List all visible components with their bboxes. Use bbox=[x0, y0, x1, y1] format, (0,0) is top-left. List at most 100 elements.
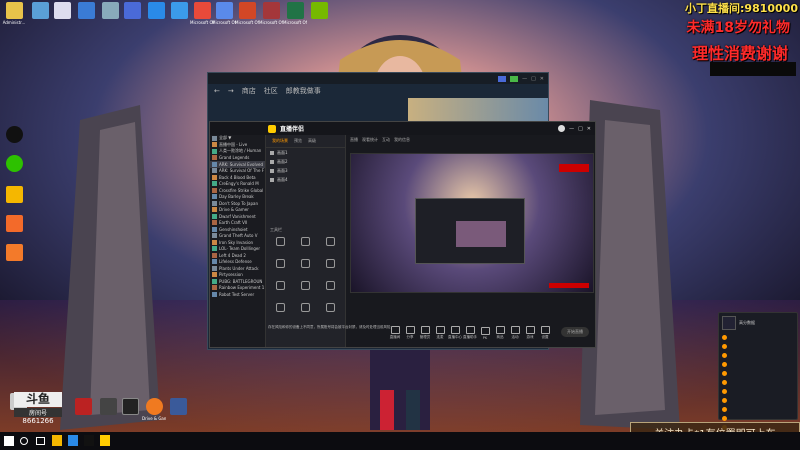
minimize-icon[interactable]: — bbox=[569, 126, 574, 132]
tool-button[interactable] bbox=[320, 237, 340, 247]
stream-tab[interactable]: 互动 bbox=[382, 137, 390, 143]
eye-icon[interactable] bbox=[270, 150, 274, 155]
bottom-tool-button[interactable]: 设置 bbox=[536, 326, 554, 340]
eye-icon[interactable] bbox=[270, 168, 274, 173]
stream-tab[interactable]: 观看统计 bbox=[362, 137, 378, 143]
desktop-icon[interactable] bbox=[167, 2, 191, 20]
tool-button[interactable] bbox=[270, 281, 290, 291]
back-icon[interactable]: ← bbox=[214, 87, 220, 95]
rank-row[interactable] bbox=[719, 333, 797, 342]
tool-button[interactable] bbox=[295, 259, 315, 269]
stream-tab[interactable]: 直播 bbox=[350, 137, 358, 143]
game-list-item[interactable]: Grand Theft Auto V bbox=[210, 233, 265, 240]
game-list-item[interactable]: LOL· Team Dolllinger bbox=[210, 246, 265, 253]
avatar[interactable] bbox=[558, 125, 566, 132]
desktop-icon[interactable] bbox=[118, 398, 142, 416]
app-icon bbox=[215, 2, 233, 19]
desktop-icon[interactable] bbox=[98, 2, 122, 20]
game-list-item[interactable]: ARK: Survival Evolved bbox=[210, 161, 265, 168]
app-icon[interactable] bbox=[68, 435, 78, 446]
desktop-icon[interactable] bbox=[144, 2, 168, 20]
rank-row[interactable] bbox=[719, 360, 797, 369]
rank-row[interactable] bbox=[719, 369, 797, 378]
desktop-icon[interactable] bbox=[307, 2, 331, 20]
close-icon[interactable]: ✕ bbox=[587, 126, 591, 132]
desktop-icon[interactable] bbox=[2, 186, 26, 204]
rank-row[interactable] bbox=[719, 378, 797, 387]
tool-button[interactable] bbox=[320, 259, 340, 269]
forward-icon[interactable]: → bbox=[228, 87, 234, 95]
scene-item[interactable]: 画面2 bbox=[266, 157, 345, 166]
game-list-item[interactable]: PUBG: BATTLEGROUN bbox=[210, 278, 265, 285]
file-explorer-icon[interactable] bbox=[52, 435, 62, 446]
desktop-icon[interactable]: Microsoft Office Ac... bbox=[212, 2, 236, 25]
maximize-icon[interactable]: □ bbox=[531, 76, 536, 82]
desktop-icon[interactable] bbox=[2, 155, 26, 173]
desktop-icon[interactable]: Administr... bbox=[2, 2, 26, 25]
streaming-app-window[interactable]: 直播伴侣 — □ ✕ 全部 ▼ 直播中国 - Live 人类一败涂地 / Human… bbox=[209, 121, 596, 348]
tool-button[interactable] bbox=[320, 303, 340, 313]
eye-icon[interactable] bbox=[270, 159, 274, 164]
game-list-item[interactable]: Robot Test Server bbox=[210, 291, 265, 298]
close-icon[interactable]: ✕ bbox=[540, 76, 544, 82]
desktop-icon[interactable]: Microsoft Office Po... bbox=[190, 2, 214, 25]
eye-icon[interactable] bbox=[270, 177, 274, 182]
stream-preview-area: 直播 观看统计 互动 我的信息 直播间 分享 管理员 连麦 直播中心 直播助手 PK 商品 活动… bbox=[346, 135, 595, 347]
tool-button[interactable] bbox=[270, 303, 290, 313]
desktop-icon[interactable] bbox=[50, 2, 74, 20]
start-live-button[interactable]: 开始直播 bbox=[561, 327, 589, 337]
rank-row[interactable] bbox=[719, 342, 797, 351]
tool-button[interactable] bbox=[270, 259, 290, 269]
desktop-icon[interactable]: Microsoft Office Ac... bbox=[259, 2, 283, 25]
game-list-item[interactable]: Rainbow Experiment 1 bbox=[210, 285, 265, 292]
desktop-icon[interactable] bbox=[74, 2, 98, 20]
game-list-item[interactable]: 人类一败涂地 / Human bbox=[210, 148, 265, 155]
steam-tab-community[interactable]: 社区 bbox=[264, 86, 278, 96]
windows-start-icon[interactable] bbox=[4, 436, 14, 446]
tool-button[interactable] bbox=[320, 281, 340, 291]
maximize-icon[interactable]: □ bbox=[578, 126, 583, 132]
desktop-icon[interactable] bbox=[2, 244, 26, 262]
desktop-icon[interactable]: Drive & Gamer bbox=[142, 398, 166, 421]
game-list-item[interactable]: Don't Stop To Japan bbox=[210, 200, 265, 207]
rank-row[interactable] bbox=[719, 387, 797, 396]
rank-row[interactable] bbox=[719, 405, 797, 414]
tab-advanced[interactable]: 高级 bbox=[308, 138, 316, 144]
desktop-icon[interactable] bbox=[166, 398, 190, 416]
desktop-icon[interactable] bbox=[28, 2, 52, 20]
desktop-icon[interactable]: Microsoft Office Exc... bbox=[283, 2, 307, 25]
desktop-icon[interactable] bbox=[2, 126, 26, 144]
desktop-icon[interactable] bbox=[96, 398, 120, 416]
game-list-item[interactable]: Plants Under Attack bbox=[210, 265, 265, 272]
steam-friends-icon[interactable] bbox=[510, 75, 519, 82]
steam-tab-store[interactable]: 商店 bbox=[242, 86, 256, 96]
stream-tab[interactable]: 我的信息 bbox=[394, 137, 410, 143]
tool-button[interactable] bbox=[270, 237, 290, 247]
network-icon bbox=[77, 2, 95, 19]
desktop-icon[interactable] bbox=[71, 398, 95, 416]
scene-item[interactable]: 画面1 bbox=[266, 148, 345, 157]
tool-button[interactable] bbox=[295, 303, 315, 313]
desktop-icon[interactable] bbox=[120, 2, 144, 20]
preview-canvas[interactable] bbox=[350, 153, 594, 293]
rank-row[interactable] bbox=[719, 351, 797, 360]
scene-item[interactable]: 画面4 bbox=[266, 175, 345, 184]
game-list-item[interactable]: ARK: Survival Of The F bbox=[210, 168, 265, 175]
app-icon[interactable] bbox=[100, 435, 110, 446]
game-list-item[interactable]: CreEngy's Ronald M bbox=[210, 181, 265, 188]
rank-row[interactable] bbox=[719, 396, 797, 405]
tool-button[interactable] bbox=[295, 237, 315, 247]
minimize-icon[interactable]: — bbox=[522, 76, 527, 82]
task-view-icon[interactable] bbox=[36, 437, 45, 445]
steam-tab-profile[interactable]: 郎教我做事 bbox=[286, 86, 321, 96]
tool-button[interactable] bbox=[295, 281, 315, 291]
search-icon[interactable] bbox=[20, 437, 28, 445]
desktop-icon[interactable]: Microsoft Office Po... bbox=[235, 2, 259, 25]
game-list-item[interactable]: Crossfire Strike Global bbox=[210, 187, 265, 194]
tab-preview[interactable]: 预览 bbox=[294, 138, 302, 144]
steam-icon[interactable] bbox=[84, 435, 94, 446]
desktop-icon[interactable] bbox=[2, 215, 26, 233]
scene-item[interactable]: 画面3 bbox=[266, 166, 345, 175]
tab-scenes[interactable]: 我的场景 bbox=[272, 138, 288, 144]
game-name: 人类一败涂地 / Human bbox=[219, 148, 262, 154]
